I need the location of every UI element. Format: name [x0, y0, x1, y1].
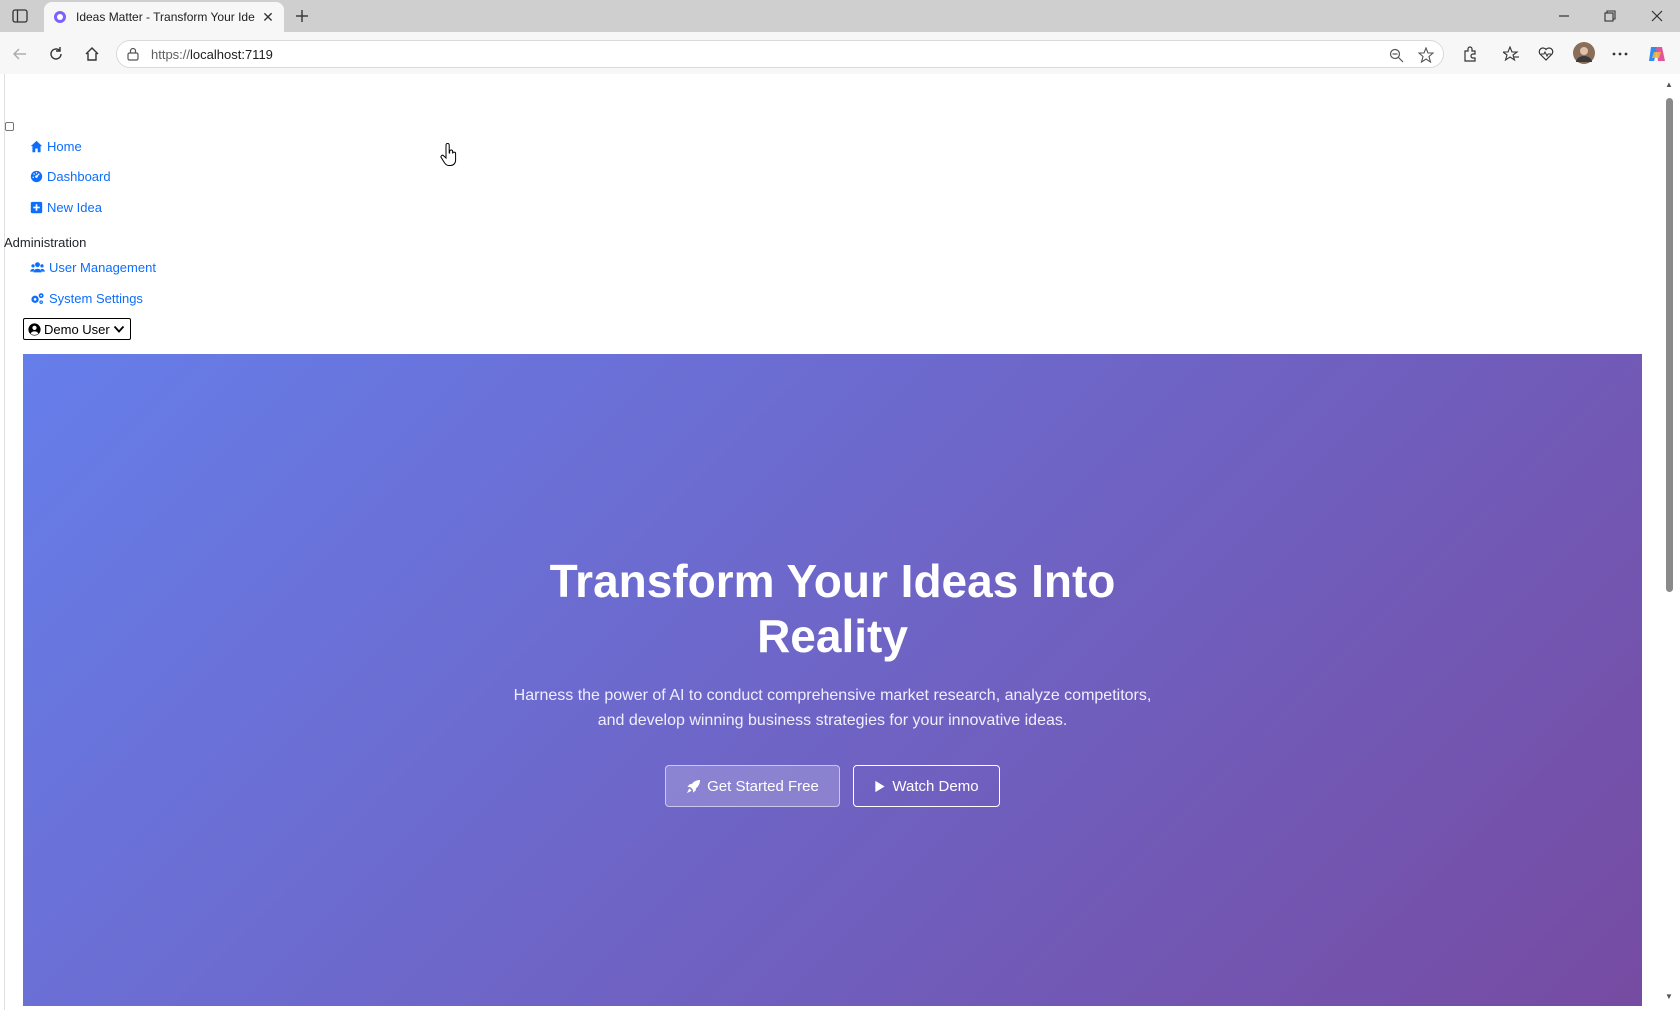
tab-title: Ideas Matter - Transform Your Ide [76, 10, 255, 24]
nav-item-home[interactable]: Home [30, 139, 82, 154]
nav-item-label: User Management [49, 260, 156, 275]
get-started-button[interactable]: Get Started Free [665, 765, 840, 807]
user-menu-dropdown[interactable]: Demo User [23, 318, 131, 340]
zoom-out-icon[interactable] [1387, 46, 1405, 64]
copilot-icon[interactable] [1646, 43, 1668, 65]
hero-title-line: Transform Your Ideas Into [549, 555, 1116, 607]
nav-item-label: New Idea [47, 200, 102, 215]
health-icon[interactable] [1535, 43, 1557, 65]
restore-icon[interactable] [1600, 6, 1620, 26]
get-started-label: Get Started Free [707, 777, 819, 795]
page-scrollbar[interactable]: ▲ ▼ [1662, 80, 1676, 1004]
hero-subtitle-line: and develop winning business strategies … [597, 712, 1068, 729]
watch-demo-button[interactable]: Watch Demo [853, 765, 1000, 807]
admin-heading: Administration [4, 235, 87, 250]
watch-demo-label: Watch Demo [892, 777, 979, 795]
hero-section: Transform Your Ideas Into Reality Harnes… [23, 354, 1642, 1006]
user-circle-icon [28, 322, 41, 336]
address-bar[interactable]: https://localhost:7119 [116, 40, 1444, 68]
close-window-icon[interactable] [1647, 6, 1667, 26]
nav-item-new-idea[interactable]: New Idea [30, 200, 102, 215]
site-favicon-icon [54, 11, 66, 23]
nav-toggle-checkbox[interactable] [5, 122, 14, 131]
nav-item-system-settings[interactable]: System Settings [30, 291, 143, 306]
favorites-icon[interactable] [1500, 43, 1522, 65]
hero-title: Transform Your Ideas Into Reality [23, 554, 1642, 664]
scroll-thumb[interactable] [1666, 98, 1673, 592]
nav-item-label: Home [47, 139, 82, 154]
hero-title-line: Reality [757, 610, 908, 662]
url-text[interactable]: https://localhost:7119 [151, 47, 273, 62]
minimize-icon[interactable] [1554, 6, 1574, 26]
hand-cursor-icon [440, 143, 457, 166]
nav-item-dashboard[interactable]: Dashboard [30, 169, 111, 184]
rocket-icon [687, 779, 701, 793]
user-menu-label: Demo User [44, 321, 110, 337]
profile-avatar[interactable] [1572, 41, 1596, 65]
hero-subtitle: Harness the power of AI to conduct compr… [23, 683, 1642, 733]
add-favorite-icon[interactable] [1417, 46, 1435, 64]
browser-tab-strip: Ideas Matter - Transform Your Ide ✕ [0, 0, 1680, 32]
scroll-down-icon[interactable]: ▼ [1664, 992, 1674, 1002]
scroll-up-icon[interactable]: ▲ [1664, 80, 1674, 90]
plus-square-icon [30, 201, 43, 214]
back-icon[interactable] [9, 43, 31, 65]
tab-actions-icon[interactable] [8, 6, 32, 26]
home-icon [30, 140, 43, 153]
users-icon [30, 262, 45, 273]
new-tab-icon[interactable] [291, 5, 313, 27]
chevron-down-icon [113, 325, 124, 333]
dashboard-icon [30, 170, 43, 183]
home-browser-icon[interactable] [81, 43, 103, 65]
cogs-icon [31, 293, 44, 304]
more-options-icon[interactable] [1609, 43, 1631, 65]
nav-item-label: Dashboard [47, 169, 111, 184]
play-icon [875, 780, 886, 792]
nav-item-label: System Settings [49, 291, 143, 306]
nav-item-user-management[interactable]: User Management [30, 260, 156, 275]
lock-icon[interactable] [127, 47, 141, 61]
browser-tab-active[interactable]: Ideas Matter - Transform Your Ide ✕ [44, 2, 284, 32]
extensions-icon[interactable] [1459, 43, 1481, 65]
hero-subtitle-line: Harness the power of AI to conduct compr… [513, 687, 1152, 704]
tab-close-icon[interactable]: ✕ [260, 9, 276, 25]
refresh-icon[interactable] [45, 43, 67, 65]
